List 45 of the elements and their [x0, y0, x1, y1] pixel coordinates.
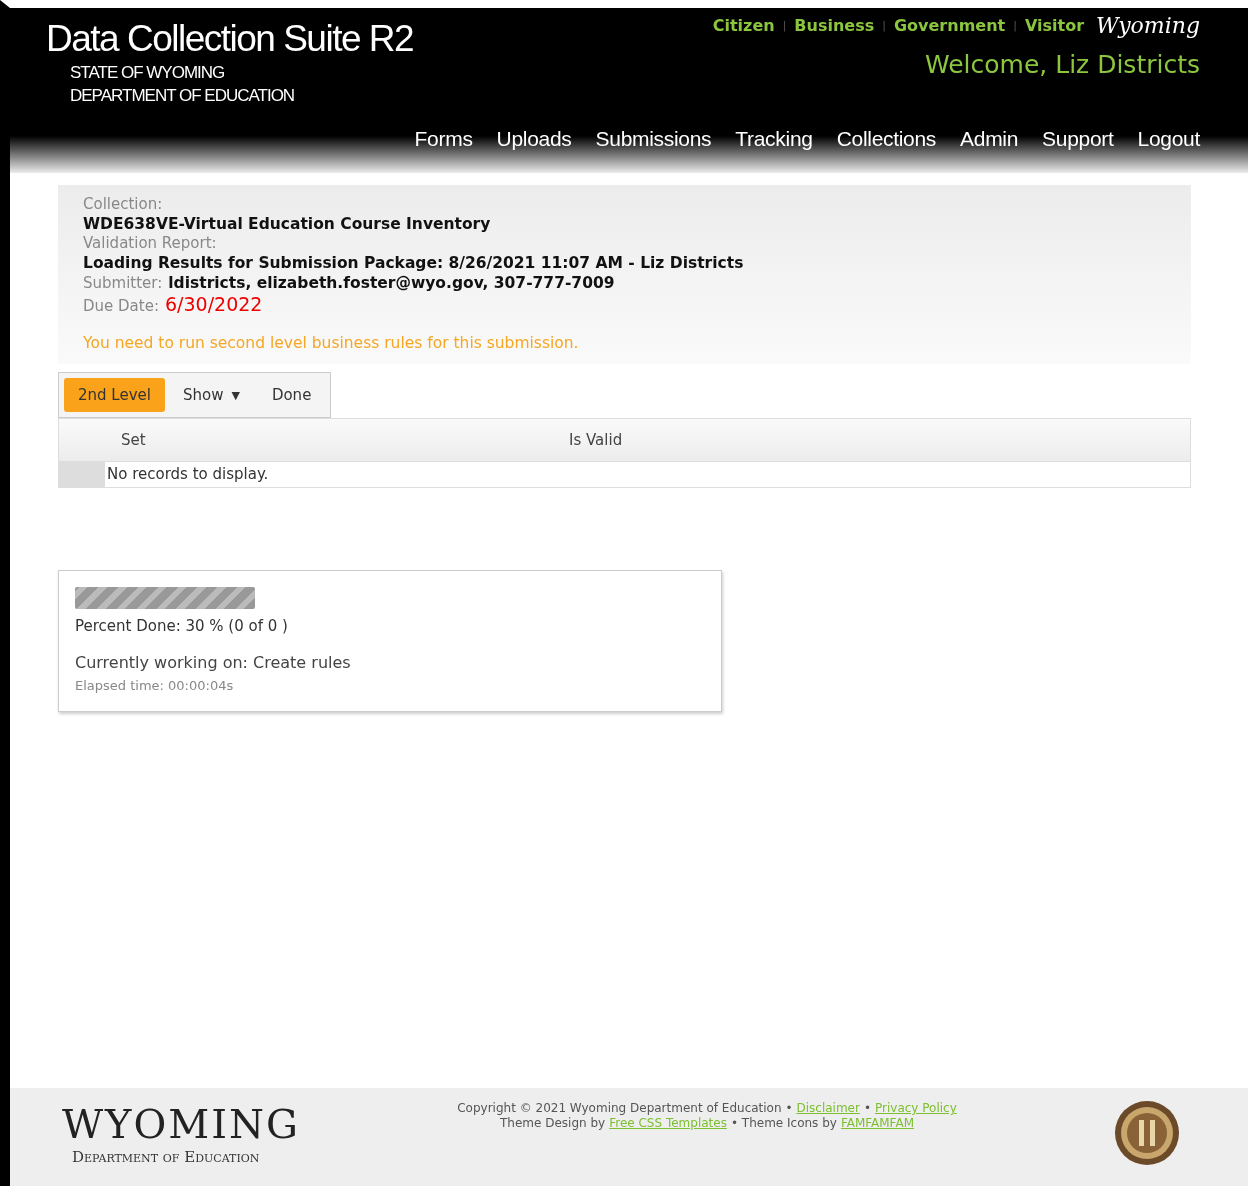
state-logo: Wyoming — [1096, 13, 1200, 38]
nav-link[interactable]: Collections — [836, 127, 937, 151]
nav-link[interactable]: Logout — [1137, 127, 1200, 151]
field-label: Submitter: — [83, 274, 163, 293]
empty-message: No records to display. — [106, 464, 270, 485]
level-button[interactable]: 2nd Level — [64, 378, 165, 412]
percent-text: Percent Done: 30 % (0 of 0 ) — [75, 617, 289, 635]
nav-link[interactable]: Tracking — [735, 127, 813, 151]
site-subtitle: STATE OF WYOMING — [70, 62, 226, 84]
footer-text: • — [863, 1101, 871, 1115]
due-date: 6/30/2022 — [164, 293, 263, 315]
nav-link[interactable]: Admin — [960, 127, 1019, 151]
seal-icon — [1114, 1100, 1180, 1166]
field-label: Collection: — [83, 195, 164, 214]
footer-logo-subtitle: Department of Education — [72, 1148, 261, 1166]
site-title: Data Collection Suite R2 — [46, 17, 414, 61]
elapsed-text: Elapsed time: 00:00:04s — [75, 678, 235, 693]
nav-link[interactable]: Forms — [414, 127, 473, 151]
nav-link[interactable]: Support — [1042, 127, 1114, 151]
warning-message: You need to run second level business rules for this submission. — [83, 334, 580, 352]
audience-link[interactable]: Business — [794, 16, 875, 35]
separator: | — [882, 19, 886, 32]
footer-text: Copyright © 2021 Wyoming Department of Education • — [457, 1101, 793, 1115]
nav-link[interactable]: Uploads — [496, 127, 572, 151]
collection-name: WDE638VE-Virtual Education Course Inventory — [83, 214, 492, 234]
separator: | — [1013, 19, 1017, 32]
nav-link[interactable]: Submissions — [595, 127, 712, 151]
audience-link[interactable]: Government — [893, 16, 1006, 35]
footer-text: Theme Design by — [500, 1116, 606, 1130]
submitter-info: ldistricts, elizabeth.foster@wyo.gov, 307-777-7009 — [168, 273, 615, 293]
site-subtitle: DEPARTMENT OF EDUCATION — [70, 85, 296, 107]
footer-logo-title: WYOMING — [62, 1100, 301, 1148]
footer-text: • Theme Icons by — [730, 1116, 837, 1130]
report-name: Loading Results for Submission Package: 8/26/2021 11:07 AM - Liz Districts — [83, 253, 745, 273]
column-header[interactable]: Is Valid — [553, 431, 1190, 449]
separator: | — [782, 19, 787, 32]
audience-link[interactable]: Citizen — [712, 16, 775, 35]
field-label: Validation Report: — [83, 234, 218, 253]
column-header[interactable]: Set — [105, 431, 553, 449]
working-text: Currently working on: Create rules — [75, 653, 352, 672]
audience-link[interactable]: Visitor — [1024, 16, 1085, 35]
field-label: Due Date: — [83, 297, 159, 316]
show-dropdown[interactable]: Show ▼ — [168, 378, 254, 412]
welcome-text: Welcome, Liz Districts — [925, 50, 1200, 79]
done-button[interactable]: Done — [257, 378, 326, 412]
